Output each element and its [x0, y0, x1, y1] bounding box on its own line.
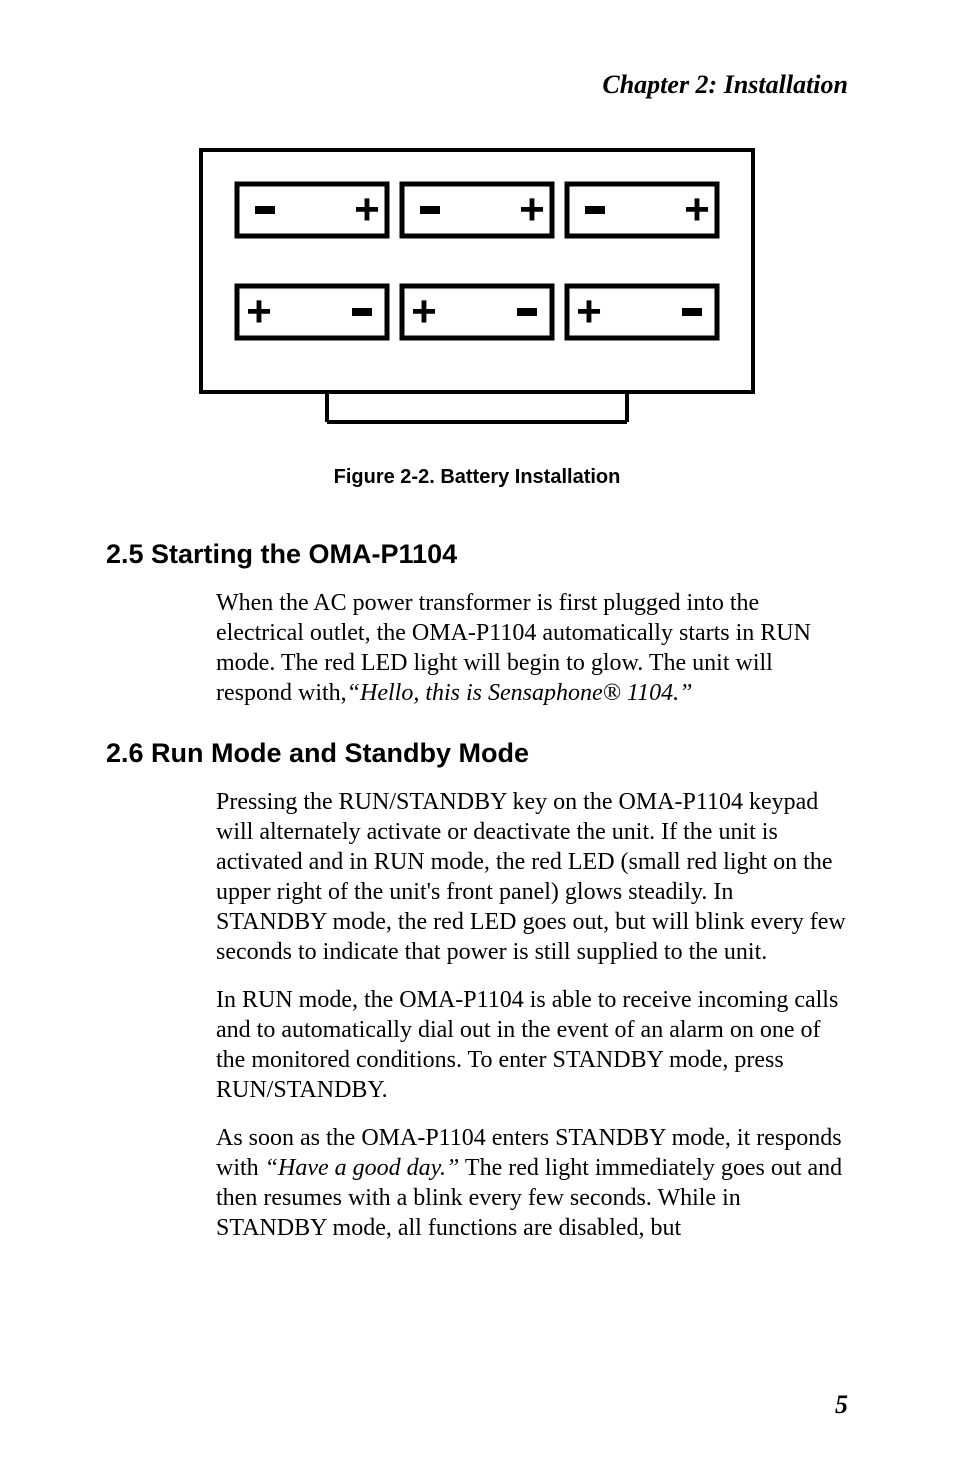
- section-2-5-body: When the AC power transformer is first p…: [216, 588, 848, 708]
- section-2-6-body: Pressing the RUN/STANDBY key on the OMA-…: [216, 787, 848, 1243]
- body-text: In RUN mode, the OMA-P1104 is able to re…: [216, 985, 848, 1105]
- battery-plus-icon: +: [684, 185, 710, 234]
- figure-caption: Figure 2-2. Battery Installation: [106, 466, 848, 489]
- section-2-6-heading: 2.6 Run Mode and Standby Mode: [106, 738, 848, 769]
- body-text: Pressing the RUN/STANDBY key on the OMA-…: [216, 787, 848, 967]
- battery-plus-icon: +: [411, 287, 437, 336]
- section-2-5-heading: 2.5 Starting the OMA-P1104: [106, 539, 848, 570]
- running-head: Chapter 2: Installation: [106, 70, 848, 100]
- battery-figure: + + + + + +: [106, 146, 848, 426]
- battery-plus-icon: +: [246, 287, 272, 336]
- battery-plus-icon: +: [354, 185, 380, 234]
- battery-plus-icon: +: [576, 287, 602, 336]
- battery-plus-icon: +: [519, 185, 545, 234]
- voice-response-quote: “Hello, this is Sensaphone® 1104.”: [347, 680, 693, 706]
- voice-response-quote: “Have a good day.”: [265, 1155, 460, 1181]
- page-number: 5: [835, 1390, 848, 1420]
